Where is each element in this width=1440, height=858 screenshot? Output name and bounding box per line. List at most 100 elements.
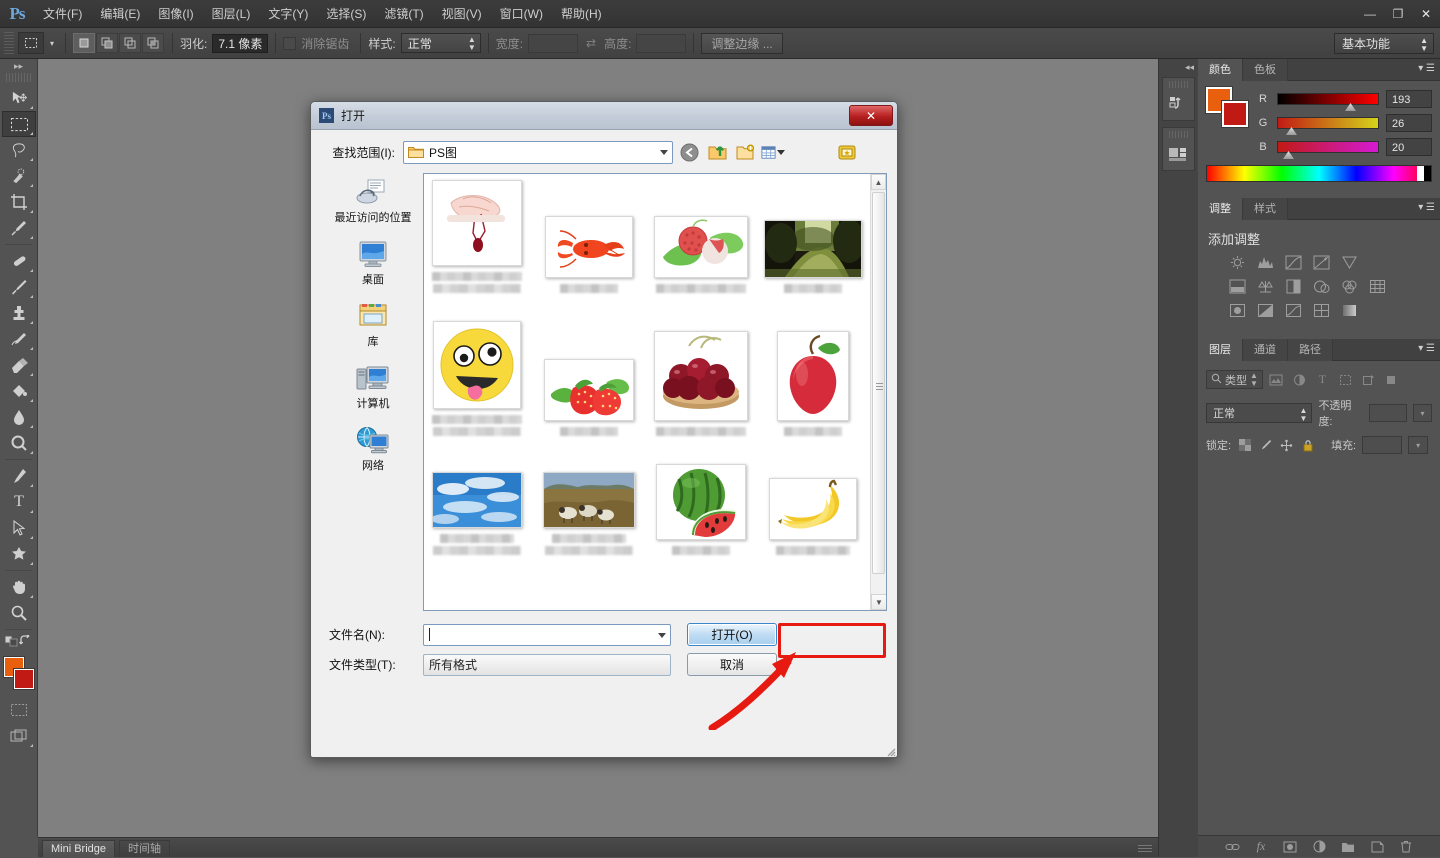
file-item[interactable] [544, 472, 634, 555]
cherries-thumbnail[interactable] [654, 331, 748, 421]
place-recent[interactable]: 最近访问的位置 [327, 177, 419, 225]
height-input[interactable] [636, 34, 686, 53]
blue-sky-clouds-thumbnail[interactable] [432, 472, 522, 528]
type-tool[interactable]: T [2, 489, 36, 515]
cancel-button[interactable]: 取消 [687, 653, 777, 676]
tab-adjustments[interactable]: 调整 [1198, 198, 1243, 220]
place-computer[interactable]: 计算机 [327, 363, 419, 411]
scroll-down-button[interactable]: ▼ [871, 594, 887, 610]
dialog-title-bar[interactable]: Ps 打开 ✕ [311, 102, 897, 130]
layers-panel-menu-button[interactable]: ▾ ☰ [1418, 343, 1435, 354]
photo-filter-icon[interactable] [1312, 278, 1331, 295]
dodge-tool[interactable] [2, 430, 36, 456]
file-item[interactable] [544, 216, 634, 293]
tab-paths[interactable]: 路径 [1288, 339, 1333, 361]
status-bar-grip[interactable] [1138, 845, 1152, 853]
sheep-field-thumbnail[interactable] [543, 472, 635, 528]
color-swatches[interactable] [2, 655, 36, 693]
options-bar-grip[interactable] [4, 32, 14, 54]
scrollbar-thumb[interactable] [872, 192, 885, 574]
tools-icon[interactable] [835, 141, 859, 163]
tab-swatches[interactable]: 色板 [1243, 59, 1288, 81]
threshold-icon[interactable] [1284, 302, 1303, 319]
file-item[interactable] [768, 220, 858, 293]
lasso-tool[interactable] [2, 137, 36, 163]
red-slider[interactable] [1277, 93, 1379, 105]
menu-file[interactable]: 文件(F) [34, 0, 91, 28]
fill-input[interactable] [1362, 436, 1402, 454]
channel-mixer-icon[interactable] [1340, 278, 1359, 295]
spot-healing-brush-tool[interactable] [2, 248, 36, 274]
views-icon[interactable] [761, 141, 785, 163]
curves-icon[interactable] [1284, 254, 1303, 271]
file-item[interactable] [656, 216, 746, 293]
back-icon[interactable] [677, 141, 701, 163]
opacity-input[interactable] [1369, 404, 1407, 422]
link-icon[interactable] [1224, 839, 1240, 855]
new-folder-icon[interactable] [733, 141, 757, 163]
tab-mini-bridge[interactable]: Mini Bridge [42, 840, 115, 857]
exposure-icon[interactable] [1312, 254, 1331, 271]
bananas-thumbnail[interactable] [769, 478, 857, 540]
current-tool-icon[interactable] [18, 32, 44, 54]
eraser-tool[interactable] [2, 352, 36, 378]
forest-path-thumbnail[interactable] [764, 220, 862, 278]
tab-color[interactable]: 颜色 [1198, 59, 1243, 81]
place-network[interactable]: 网络 [327, 425, 419, 473]
emoji-face-thumbnail[interactable] [433, 321, 521, 409]
filter-pixel-layers-icon[interactable] [1267, 371, 1286, 388]
file-item[interactable] [432, 180, 522, 293]
lock-all-icon[interactable] [1300, 438, 1315, 453]
place-libraries[interactable]: 库 [327, 301, 419, 349]
selective-color-icon[interactable] [1312, 302, 1331, 319]
fill-slider-button[interactable]: ▾ [1408, 436, 1428, 454]
menu-image[interactable]: 图像(I) [149, 0, 202, 28]
new-selection-button[interactable] [73, 33, 95, 53]
color-lookup-icon[interactable] [1368, 278, 1387, 295]
filter-shape-layers-icon[interactable] [1336, 371, 1355, 388]
layers-list[interactable] [1206, 458, 1432, 828]
file-item[interactable] [656, 464, 746, 555]
history-icon[interactable] [1163, 91, 1194, 117]
filter-type-layers-icon[interactable]: T [1313, 371, 1332, 388]
watermelon-thumbnail[interactable] [656, 464, 746, 540]
menu-select[interactable]: 选择(S) [317, 0, 375, 28]
background-color-swatch[interactable] [14, 669, 34, 689]
antialias-checkbox[interactable] [283, 37, 296, 50]
menu-filter[interactable]: 滤镜(T) [375, 0, 432, 28]
tools-collapse-button[interactable]: ▸▸ [0, 59, 37, 73]
gradient-map-icon[interactable] [1340, 302, 1359, 319]
menu-type[interactable]: 文字(Y) [259, 0, 317, 28]
pen-tool[interactable] [2, 463, 36, 489]
menu-edit[interactable]: 编辑(E) [91, 0, 149, 28]
new-layer-icon[interactable] [1369, 839, 1385, 855]
tab-channels[interactable]: 通道 [1243, 339, 1288, 361]
file-list-scrollbar[interactable]: ▲ ▼ [870, 174, 886, 610]
look-in-select[interactable]: PS图 [403, 141, 673, 164]
color-panel-swatches[interactable] [1206, 87, 1248, 127]
vibrance-icon[interactable] [1340, 254, 1359, 271]
workspace-select[interactable]: 基本功能 ▲▼ [1334, 33, 1434, 54]
adjustments-panel-menu-button[interactable]: ▾ ☰ [1418, 202, 1435, 213]
scroll-up-button[interactable]: ▲ [871, 174, 886, 190]
add-to-selection-button[interactable] [96, 33, 118, 53]
filetype-select[interactable]: 所有格式 [423, 654, 671, 676]
close-icon[interactable]: ✕ [1412, 4, 1440, 24]
green-value-input[interactable]: 26 [1386, 114, 1432, 132]
lock-transparent-pixels-icon[interactable] [1237, 438, 1252, 453]
path-selection-tool[interactable] [2, 515, 36, 541]
lychee-thumbnail[interactable] [654, 216, 748, 278]
chevron-down-icon[interactable] [658, 633, 666, 638]
hands-necklace-thumbnail[interactable] [432, 180, 522, 266]
file-item[interactable] [768, 331, 858, 436]
open-button[interactable]: 打开(O) [687, 623, 777, 646]
tab-layers[interactable]: 图层 [1198, 339, 1243, 361]
blue-slider-knob[interactable] [1283, 151, 1294, 159]
move-tool[interactable] [2, 85, 36, 111]
subtract-from-selection-button[interactable] [119, 33, 141, 53]
width-input[interactable] [528, 34, 578, 53]
file-item[interactable] [544, 359, 634, 436]
screen-mode-button[interactable] [2, 723, 36, 749]
layer-mask-icon[interactable] [1282, 839, 1298, 855]
default-colors-icon[interactable] [5, 635, 19, 650]
